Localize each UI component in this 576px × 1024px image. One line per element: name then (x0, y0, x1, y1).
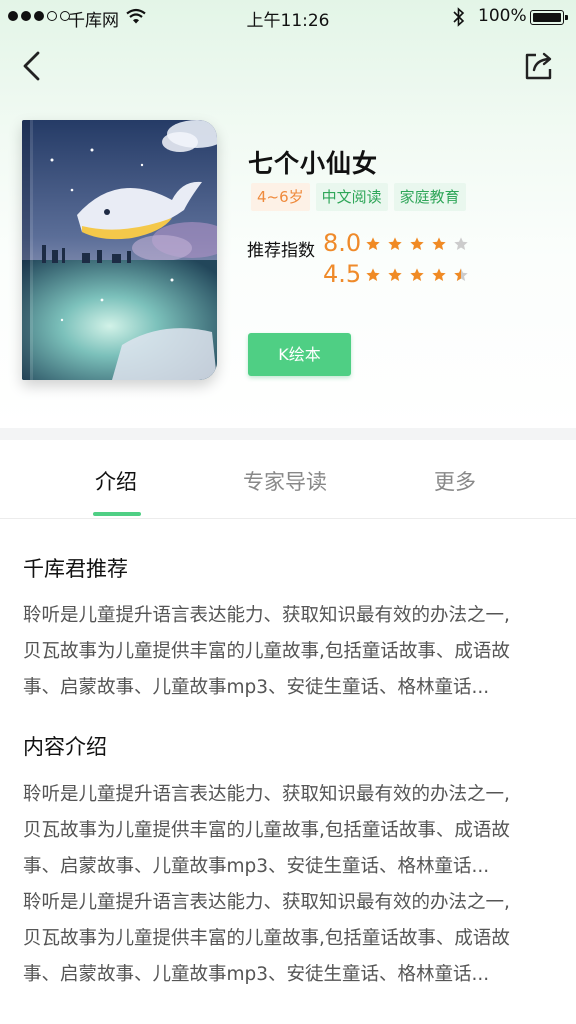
star-icon (388, 237, 402, 250)
star-icon (454, 237, 468, 250)
book-cover[interactable] (22, 120, 217, 380)
user-score: 4.5 (323, 260, 362, 288)
battery-percent: 100% (478, 6, 527, 26)
tag-age[interactable]: 4~6岁 (251, 183, 310, 211)
star-icon (454, 268, 468, 281)
star-icon (388, 268, 402, 281)
body-line: 贝瓦故事为儿童提供丰富的儿童故事,包括童话故事、成语故 (23, 641, 510, 662)
section-title-content: 内容介绍 (23, 735, 107, 759)
status-bar: 千库网 上午11:26 100% (0, 0, 576, 34)
body-line: 事、启蒙故事、儿童故事mp3、安徒生童话、格林童话... (23, 856, 490, 877)
back-chevron-icon[interactable] (14, 48, 50, 84)
body-line: 聆听是儿童提升语言表达能力、获取知识最有效的办法之一, (23, 605, 510, 626)
body-line: 事、启蒙故事、儿童故事mp3、安徒生童话、格林童话... (23, 964, 490, 985)
tag-family-education[interactable]: 家庭教育 (393, 183, 466, 211)
tab-bar: 介绍 专家导读 更多 (0, 440, 576, 519)
tab-intro[interactable]: 介绍 (95, 466, 137, 496)
rating-label: 推荐指数 (247, 241, 315, 261)
star-icon (410, 237, 424, 250)
recommend-stars (365, 236, 469, 252)
star-icon (366, 268, 380, 281)
tag-chinese-reading[interactable]: 中文阅读 (315, 183, 388, 211)
k-picture-book-button[interactable]: K绘本 (248, 333, 351, 376)
star-icon (366, 237, 380, 250)
active-tab-indicator (93, 512, 141, 516)
tab-expert-guide[interactable]: 专家导读 (243, 466, 327, 496)
star-icon (432, 268, 446, 281)
section-divider (0, 428, 576, 440)
book-cover-illustration (22, 120, 217, 380)
body-line: 贝瓦故事为儿童提供丰富的儿童故事,包括童话故事、成语故 (23, 928, 510, 949)
body-line: 聆听是儿童提升语言表达能力、获取知识最有效的办法之一, (23, 892, 510, 913)
recommend-score: 8.0 (323, 229, 362, 257)
section-body-recommend: 聆听是儿童提升语言表达能力、获取知识最有效的办法之一, 贝瓦故事为儿童提供丰富的… (23, 598, 563, 706)
star-icon (410, 268, 424, 281)
share-icon[interactable] (520, 48, 556, 84)
body-line: 聆听是儿童提升语言表达能力、获取知识最有效的办法之一, (23, 784, 510, 805)
section-body-content: 聆听是儿童提升语言表达能力、获取知识最有效的办法之一, 贝瓦故事为儿童提供丰富的… (23, 777, 563, 993)
book-tags: 4~6岁 中文阅读 家庭教育 (251, 183, 466, 211)
tab-more[interactable]: 更多 (434, 466, 476, 496)
body-line: 贝瓦故事为儿童提供丰富的儿童故事,包括童话故事、成语故 (23, 820, 510, 841)
book-title: 七个小仙女 (248, 149, 379, 178)
user-stars (365, 267, 469, 283)
section-title-recommend: 千库君推荐 (23, 557, 128, 581)
battery-icon (530, 10, 568, 25)
body-line: 事、启蒙故事、儿童故事mp3、安徒生童话、格林童话... (23, 677, 490, 698)
bluetooth-icon (453, 7, 465, 27)
star-icon (432, 237, 446, 250)
